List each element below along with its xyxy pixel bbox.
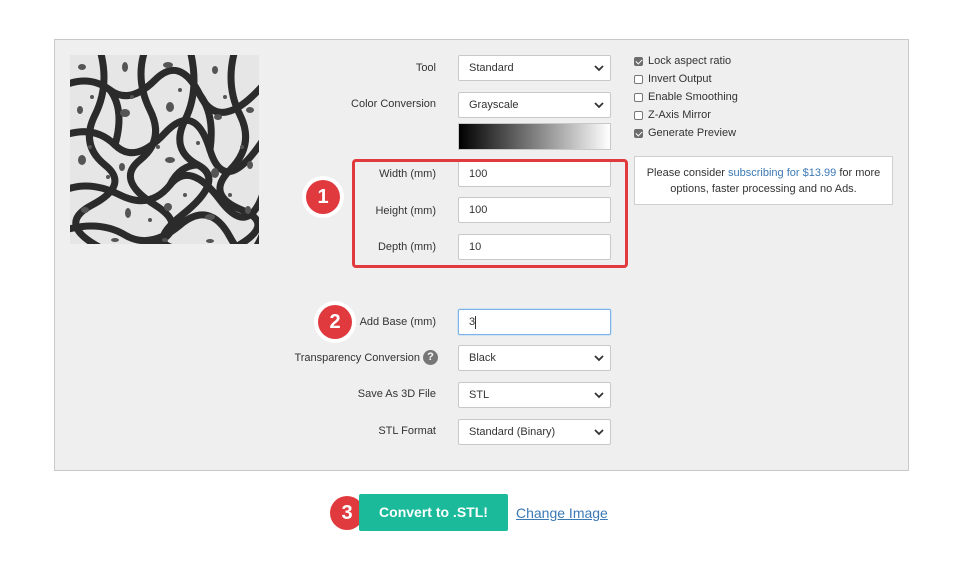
z-axis-mirror-checkbox[interactable] (634, 111, 643, 120)
add-base-input[interactable]: 3 (458, 309, 611, 335)
promo-prefix: Please consider (646, 167, 729, 179)
color-conversion-label: Color Conversion (351, 98, 436, 110)
stl-format-value: Standard (Binary) (469, 426, 556, 438)
lock-aspect-ratio-checkbox[interactable] (634, 57, 643, 66)
image-preview (70, 55, 259, 244)
transparency-label: Transparency Conversion (294, 352, 420, 364)
texture-image (70, 55, 259, 244)
dimensions-highlight-box (352, 159, 628, 268)
transparency-value: Black (469, 352, 496, 364)
step-badge-2: 2 (318, 305, 352, 339)
color-conversion-value: Grayscale (469, 99, 519, 111)
text-caret (475, 315, 477, 329)
save-as-select[interactable]: STL (458, 382, 611, 408)
stl-format-label: STL Format (378, 425, 436, 437)
question-icon[interactable]: ? (423, 350, 438, 365)
save-as-value: STL (469, 389, 490, 401)
transparency-select[interactable]: Black (458, 345, 611, 371)
z-axis-mirror-label: Z-Axis Mirror (648, 109, 711, 121)
tool-select[interactable]: Standard (458, 55, 611, 81)
lock-aspect-ratio-label: Lock aspect ratio (648, 55, 732, 67)
enable-smoothing-checkbox[interactable] (634, 93, 643, 102)
enable-smoothing-label: Enable Smoothing (648, 91, 738, 103)
generate-preview-checkbox[interactable] (634, 129, 643, 138)
chevron-down-icon (594, 355, 604, 362)
tool-label: Tool (415, 62, 436, 74)
change-image-link[interactable]: Change Image (516, 505, 608, 521)
grayscale-gradient-preview (458, 123, 611, 150)
invert-output-checkbox[interactable] (634, 75, 643, 84)
generate-preview-label: Generate Preview (648, 127, 737, 139)
chevron-down-icon (594, 65, 604, 72)
step-badge-1: 1 (306, 180, 340, 214)
chevron-down-icon (594, 429, 604, 436)
save-as-label: Save As 3D File (357, 388, 436, 400)
subscription-promo: Please consider subscribing for $13.99 f… (634, 156, 893, 205)
convert-button[interactable]: Convert to .STL! (359, 494, 508, 531)
color-conversion-select[interactable]: Grayscale (458, 92, 611, 118)
chevron-down-icon (594, 392, 604, 399)
add-base-label: Add Base (mm) (359, 316, 436, 328)
chevron-down-icon (594, 102, 604, 109)
stl-format-select[interactable]: Standard (Binary) (458, 419, 611, 445)
invert-output-label: Invert Output (648, 73, 712, 85)
subscribe-link[interactable]: subscribing for $13.99 (728, 167, 836, 179)
tool-select-value: Standard (469, 62, 514, 74)
